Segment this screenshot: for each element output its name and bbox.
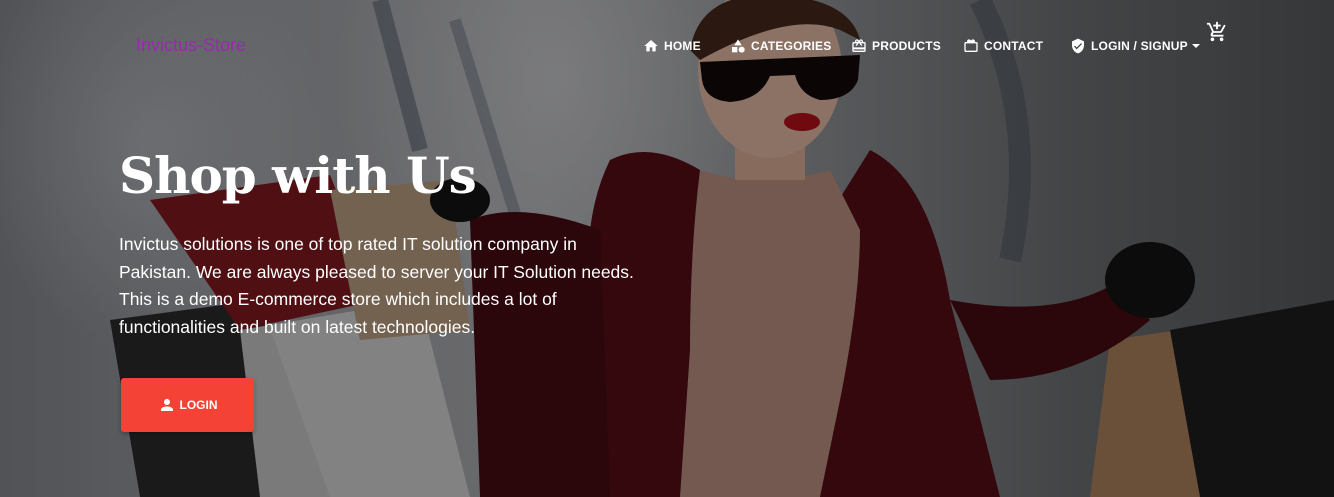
nav-item-products[interactable]: PRODUCTS xyxy=(851,36,941,56)
redeem-icon xyxy=(851,38,867,54)
hero-description-line: Invictus solutions is one of top rated I… xyxy=(119,234,577,254)
add-shopping-cart-icon[interactable] xyxy=(1206,21,1228,43)
category-icon xyxy=(730,38,746,54)
navbar: Invictus-Store HOME CATEGORIES PRODUCTS … xyxy=(0,0,1334,90)
nav-item-categories[interactable]: CATEGORIES xyxy=(730,36,831,56)
nav-item-label: HOME xyxy=(664,39,701,53)
nav-menu: HOME CATEGORIES PRODUCTS CONTACT LOGIN /… xyxy=(0,36,1334,56)
hero-description: Invictus solutions is one of top rated I… xyxy=(119,231,639,341)
nav-item-label: CATEGORIES xyxy=(751,39,832,53)
verified-user-icon xyxy=(1070,38,1086,54)
nav-item-contact[interactable]: CONTACT xyxy=(963,36,1043,56)
chevron-down-icon xyxy=(1191,42,1200,50)
person-icon xyxy=(158,396,176,414)
hero-title: Shop with Us xyxy=(119,146,477,205)
login-button[interactable]: LOGIN xyxy=(121,378,254,432)
nav-item-label: PRODUCTS xyxy=(872,39,941,53)
home-icon xyxy=(643,38,659,54)
nav-item-home[interactable]: HOME xyxy=(643,36,701,56)
hero-description-line: functionalities and built on latest tech… xyxy=(119,316,476,337)
card-giftcard-icon xyxy=(963,38,979,54)
login-button-label: LOGIN xyxy=(179,398,218,412)
nav-item-label: CONTACT xyxy=(984,39,1044,53)
nav-item-label: LOGIN / SIGNUP xyxy=(1091,39,1188,53)
hero-description-line: This is a demo E-commerce store which in… xyxy=(119,289,557,309)
nav-item-login-signup[interactable]: LOGIN / SIGNUP xyxy=(1070,36,1200,56)
hero-description-line: Pakistan. We are always pleased to serve… xyxy=(119,261,634,282)
